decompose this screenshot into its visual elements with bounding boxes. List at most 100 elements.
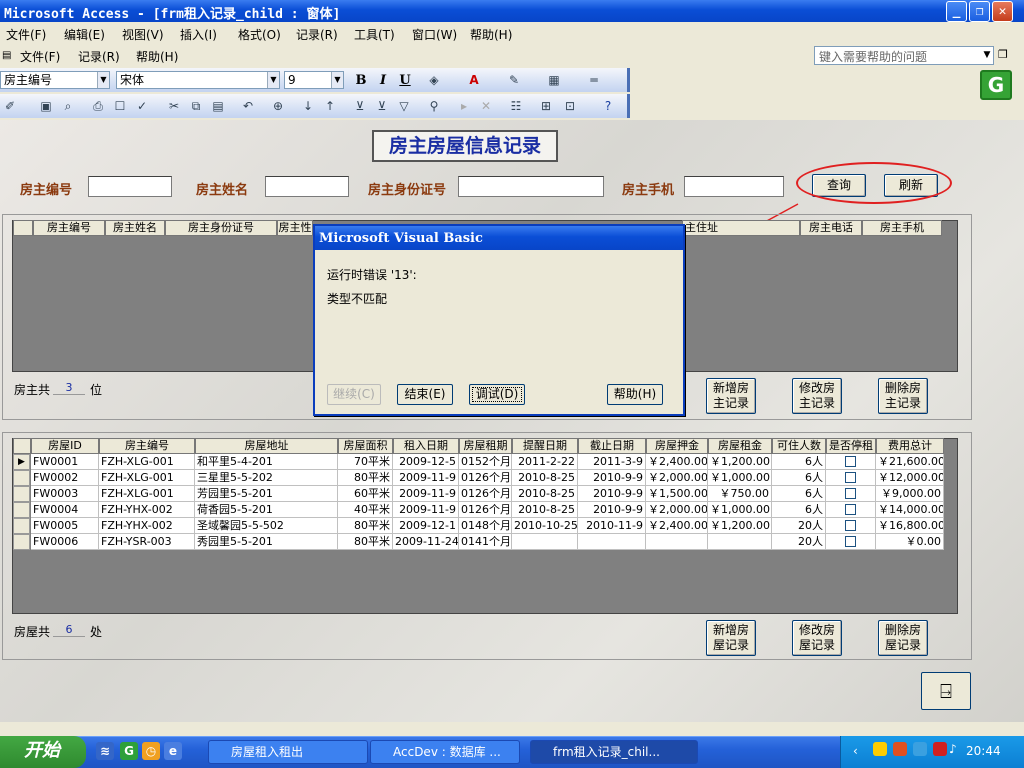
exit-door-icon[interactable]: ⍈	[921, 672, 971, 710]
add-house-button[interactable]: 新增房 屋记录	[706, 620, 756, 656]
table-cell[interactable]: 2009-11-9	[393, 502, 459, 518]
italic-button[interactable]: I	[374, 72, 392, 89]
table-cell[interactable]: 2010-9-9	[578, 486, 646, 502]
house-col-header[interactable]: 房屋押金	[646, 438, 708, 454]
clock-app-icon[interactable]: ◷	[142, 742, 160, 760]
table-cell[interactable]: 60平米	[338, 486, 393, 502]
menu-format[interactable]: 格式(O)	[238, 26, 281, 43]
table-cell[interactable]: FZH-XLG-001	[99, 470, 195, 486]
table-cell[interactable]: 6人	[772, 486, 826, 502]
find-icon[interactable]: ⚲	[426, 98, 442, 114]
print-preview-icon[interactable]: ☐	[112, 98, 128, 114]
table-cell[interactable]: FZH-YHX-002	[99, 502, 195, 518]
tray-antivirus-icon[interactable]	[933, 742, 947, 756]
menu-insert[interactable]: 插入(I)	[180, 26, 217, 43]
table-cell[interactable]: 0148个月	[459, 518, 512, 534]
paste-icon[interactable]: ▤	[210, 98, 226, 114]
line-width-icon[interactable]: ═	[586, 72, 602, 88]
table-cell[interactable]: 2009-12-1	[393, 518, 459, 534]
ie-icon[interactable]: e	[164, 742, 182, 760]
house-col-header[interactable]: 房屋地址	[195, 438, 338, 454]
tray-qq-icon[interactable]	[873, 742, 887, 756]
table-cell[interactable]: FW0002	[31, 470, 99, 486]
table-cell[interactable]: 2009-11-9	[393, 470, 459, 486]
restore-button[interactable]: ❐	[969, 1, 990, 22]
table-cell[interactable]: 2010-8-25	[512, 502, 578, 518]
table-cell[interactable]: 2010-9-9	[578, 470, 646, 486]
copy-icon[interactable]: ⧉	[188, 98, 204, 114]
delete-record-icon[interactable]: ✕	[478, 98, 494, 114]
table-cell[interactable]: FZH-XLG-001	[99, 486, 195, 502]
table-cell[interactable]: ￥1,200.00	[708, 454, 772, 470]
table-cell[interactable]: ￥1,000.00	[708, 502, 772, 518]
restore-small-icon[interactable]: ❐	[998, 48, 1008, 61]
help-question-box[interactable]: 键入需要帮助的问题	[814, 46, 994, 65]
table-cell[interactable]: 0152个月	[459, 454, 512, 470]
bold-button[interactable]: B	[352, 72, 370, 89]
fill-color-icon[interactable]: ◈	[426, 72, 442, 88]
table-cell[interactable]: 2010-8-25	[512, 486, 578, 502]
table-cell[interactable]: 2009-12-5	[393, 454, 459, 470]
tray-s-icon[interactable]	[893, 742, 907, 756]
save-icon[interactable]: ▣	[38, 98, 54, 114]
size-combo[interactable]: 9 ▼	[284, 71, 344, 89]
table-cell[interactable]: 2010-8-25	[512, 470, 578, 486]
owner-col-header[interactable]: 房主电话	[800, 220, 862, 236]
house-col-header[interactable]: 费用总计	[876, 438, 944, 454]
owner-name-input[interactable]	[265, 176, 349, 197]
stop-rent-checkbox[interactable]	[826, 486, 876, 502]
line-color-icon[interactable]: ✎	[506, 72, 522, 88]
search-icon[interactable]: ⌕	[60, 98, 76, 114]
table-cell[interactable]: 0141个月	[459, 534, 512, 550]
table-cell[interactable]: ￥2,000.00	[646, 502, 708, 518]
owner-col-header[interactable]: 房主姓名	[105, 220, 165, 236]
table-cell[interactable]	[708, 534, 772, 550]
table-cell[interactable]: 芳园里5-5-201	[195, 486, 338, 502]
tray-network-icon[interactable]	[913, 742, 927, 756]
menu-help[interactable]: 帮助(H)	[470, 26, 512, 43]
table-cell[interactable]: 圣域馨园5-5-502	[195, 518, 338, 534]
field-combo[interactable]: 房主编号 ▼	[0, 71, 110, 89]
tray-nav-icon[interactable]: ‹	[853, 744, 858, 758]
table-cell[interactable]: FZH-XLG-001	[99, 454, 195, 470]
menu2-file[interactable]: 文件(F)	[20, 48, 60, 65]
table-cell[interactable]: ￥14,000.00	[876, 502, 944, 518]
row-selector[interactable]: ▶	[13, 454, 30, 470]
font-combo[interactable]: 宋体 ▼	[116, 71, 280, 89]
table-cell[interactable]: 2009-11-9	[393, 486, 459, 502]
table-cell[interactable]	[646, 534, 708, 550]
chevron-down-icon[interactable]: ▼	[980, 46, 994, 65]
hyperlink-icon[interactable]: ⊕	[270, 98, 286, 114]
help-button[interactable]: 帮助(H)	[607, 384, 663, 405]
table-cell[interactable]: FZH-YSR-003	[99, 534, 195, 550]
new-record-icon[interactable]: ▸	[456, 98, 472, 114]
table-cell[interactable]: ￥0.00	[876, 534, 944, 550]
help-icon[interactable]: ?	[600, 98, 616, 114]
continue-button[interactable]: 继续(C)	[327, 384, 381, 405]
table-cell[interactable]: ￥2,400.00	[646, 454, 708, 470]
menu-view[interactable]: 视图(V)	[122, 26, 164, 43]
house-col-header[interactable]: 截止日期	[578, 438, 646, 454]
table-cell[interactable]	[512, 534, 578, 550]
row-selector[interactable]	[13, 518, 30, 534]
menu-window[interactable]: 窗口(W)	[412, 26, 457, 43]
table-cell[interactable]: 荷香园5-5-201	[195, 502, 338, 518]
add-owner-button[interactable]: 新增房 主记录	[706, 378, 756, 414]
table-cell[interactable]: 2009-11-24	[393, 534, 459, 550]
end-button[interactable]: 结束(E)	[397, 384, 453, 405]
table-cell[interactable]: ￥21,600.00	[876, 454, 944, 470]
owner-idcard-input[interactable]	[458, 176, 604, 197]
volume-icon[interactable]: ♪	[949, 742, 957, 756]
house-col-header[interactable]: 可住人数	[772, 438, 826, 454]
stop-rent-checkbox[interactable]	[826, 470, 876, 486]
table-cell[interactable]: FW0003	[31, 486, 99, 502]
owner-col-header[interactable]: 房主身份证号	[165, 220, 277, 236]
house-col-header[interactable]: 房屋租金	[708, 438, 772, 454]
owner-col-header[interactable]: 主住址	[682, 220, 800, 236]
house-col-header[interactable]: 是否停租	[826, 438, 876, 454]
table-cell[interactable]: 70平米	[338, 454, 393, 470]
delete-house-button[interactable]: 删除房 屋记录	[878, 620, 928, 656]
house-col-header[interactable]: 房屋ID	[31, 438, 99, 454]
owner-col-header[interactable]: 房主手机	[862, 220, 942, 236]
delete-owner-button[interactable]: 删除房 主记录	[878, 378, 928, 414]
